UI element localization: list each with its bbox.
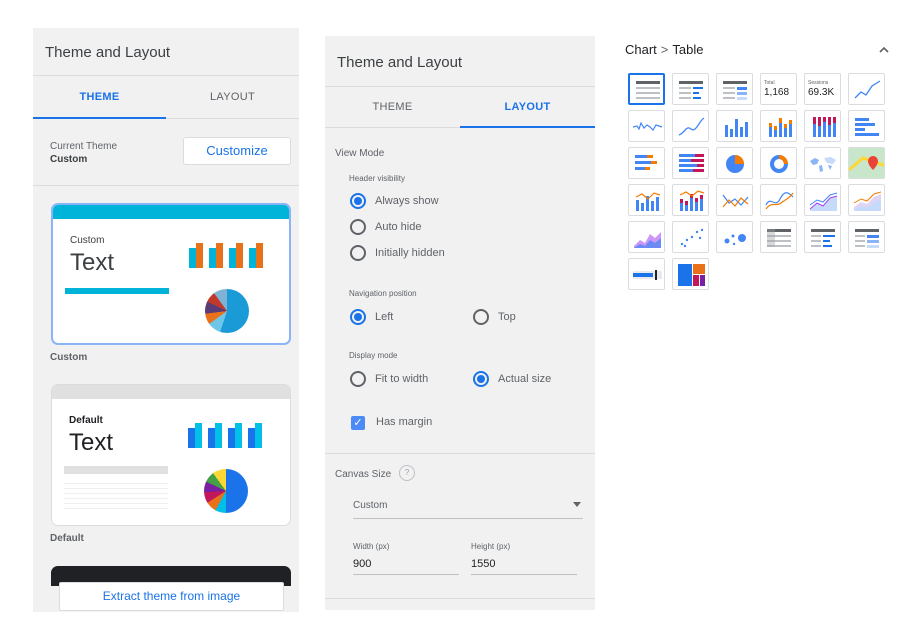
chart-treemap-icon[interactable] [672, 258, 709, 290]
chart-column-icon[interactable] [716, 110, 753, 142]
theme-band [53, 205, 289, 219]
chart-stacked-column-icon[interactable] [760, 110, 797, 142]
chart-stacked-area-icon[interactable] [848, 184, 885, 216]
theme-card-custom[interactable]: Custom Text [51, 203, 291, 345]
theme-card-text: Text [69, 429, 114, 456]
chart-line-icon[interactable] [716, 184, 753, 216]
radio-label: Initially hidden [375, 247, 445, 259]
theme-card-default[interactable]: Default Text [51, 384, 291, 526]
chart-donut-icon[interactable] [760, 147, 797, 179]
chart-sparkline-icon[interactable] [628, 110, 665, 142]
tab-layout[interactable]: LAYOUT [460, 87, 595, 128]
chart-table-icon[interactable] [628, 73, 665, 105]
theme-band [52, 385, 290, 399]
radio-label: Actual size [498, 373, 552, 385]
theme-placeholder-lines [64, 479, 168, 509]
theme-accent-line [65, 288, 169, 294]
view-mode-label: View Mode [335, 148, 385, 159]
chart-smoothed-time-series-icon[interactable] [672, 110, 709, 142]
theme-card-caption: Custom [50, 352, 88, 363]
radio-nav-left[interactable] [350, 309, 366, 325]
chart-combo-icon[interactable] [628, 184, 665, 216]
chart-time-series-icon[interactable] [848, 73, 885, 105]
has-margin-label: Has margin [376, 416, 433, 428]
chart-pivot-table-icon[interactable] [760, 221, 797, 253]
breadcrumb-current: Table [672, 42, 704, 57]
radio-always-show[interactable] [350, 193, 366, 209]
height-input[interactable]: 1550 [471, 558, 577, 575]
panel-title: Theme and Layout [337, 54, 463, 71]
help-icon[interactable]: ? [399, 465, 415, 481]
chart-pie-icon[interactable] [716, 147, 753, 179]
chart-geo-map-icon[interactable] [804, 147, 841, 179]
breadcrumb-separator: > [660, 42, 669, 57]
theme-placeholder-line [64, 466, 168, 474]
current-theme-value: Custom [50, 154, 88, 165]
display-mode-label: Display mode [349, 351, 398, 360]
breadcrumb-parent[interactable]: Chart [625, 42, 657, 57]
chart-scorecard-compact-icon[interactable]: Sessions 69.3K [804, 73, 841, 105]
chart-stacked-bar-icon[interactable] [628, 147, 665, 179]
canvas-size-select[interactable]: Custom [353, 494, 583, 519]
theme-card-caption: Default [50, 533, 84, 544]
divider [33, 185, 299, 186]
radio-label: Top [498, 311, 516, 323]
divider [325, 598, 595, 599]
theme-pie-icon [205, 289, 249, 333]
header-visibility-label: Header visibility [349, 174, 406, 183]
extract-theme-button[interactable]: Extract theme from image [59, 582, 284, 611]
chart-google-map-icon[interactable] [848, 147, 885, 179]
chart-table-bars-icon[interactable] [672, 73, 709, 105]
theme-pie-icon [204, 469, 248, 513]
theme-panel: Theme and Layout THEME LAYOUT Current Th… [33, 28, 299, 612]
tab-theme[interactable]: THEME [33, 76, 166, 119]
radio-label: Left [375, 311, 394, 323]
chevron-up-icon[interactable] [878, 44, 890, 56]
chart-bubble-icon[interactable] [716, 221, 753, 253]
nav-position-label: Navigation position [349, 289, 417, 298]
chart-scatter-icon[interactable] [672, 221, 709, 253]
chart-pivot-table-bars-icon[interactable] [804, 221, 841, 253]
chart-scorecard-icon[interactable]: Total 1,168 [760, 73, 797, 105]
radio-label: Fit to width [375, 373, 429, 385]
layout-panel: Theme and Layout THEME LAYOUT View Mode … [325, 36, 595, 610]
theme-card-name: Default [69, 415, 103, 426]
chart-area-icon[interactable] [804, 184, 841, 216]
radio-fit-to-width[interactable] [350, 371, 366, 387]
radio-initially-hidden[interactable] [350, 245, 366, 261]
chart-bar-icon[interactable] [848, 110, 885, 142]
width-input[interactable]: 900 [353, 558, 459, 575]
chart-table-heatmap-icon[interactable] [716, 73, 753, 105]
radio-label: Auto hide [375, 221, 422, 233]
current-theme-label: Current Theme [50, 141, 118, 152]
canvas-size-value: Custom [353, 500, 388, 511]
canvas-size-label: Canvas Size [335, 469, 392, 480]
panel-title: Theme and Layout [45, 44, 171, 61]
tab-layout[interactable]: LAYOUT [166, 76, 299, 118]
theme-card-name: Custom [70, 235, 105, 246]
chart-100-stacked-area-icon[interactable] [628, 221, 665, 253]
chart-100-stacked-bar-icon[interactable] [672, 147, 709, 179]
tab-theme[interactable]: THEME [325, 87, 460, 127]
radio-label: Always show [375, 195, 439, 207]
width-label: Width (px) [353, 542, 390, 551]
chart-pivot-table-heatmap-icon[interactable] [848, 221, 885, 253]
divider [325, 453, 595, 454]
radio-auto-hide[interactable] [350, 219, 366, 235]
tab-bar: THEME LAYOUT [325, 86, 595, 128]
has-margin-checkbox[interactable]: ✓ [351, 416, 365, 430]
chart-bullet-icon[interactable] [628, 258, 665, 290]
height-label: Height (px) [471, 542, 511, 551]
chart-smoothed-line-icon[interactable] [760, 184, 797, 216]
theme-card-text: Text [70, 249, 115, 276]
radio-actual-size[interactable] [473, 371, 489, 387]
breadcrumb: Chart > Table [625, 42, 703, 57]
tab-bar: THEME LAYOUT [33, 75, 299, 119]
chart-stacked-combo-icon[interactable] [672, 184, 709, 216]
radio-nav-top[interactable] [473, 309, 489, 325]
chart-100-stacked-column-icon[interactable] [804, 110, 841, 142]
chevron-down-icon [573, 502, 581, 507]
customize-button[interactable]: Customize [183, 137, 291, 165]
